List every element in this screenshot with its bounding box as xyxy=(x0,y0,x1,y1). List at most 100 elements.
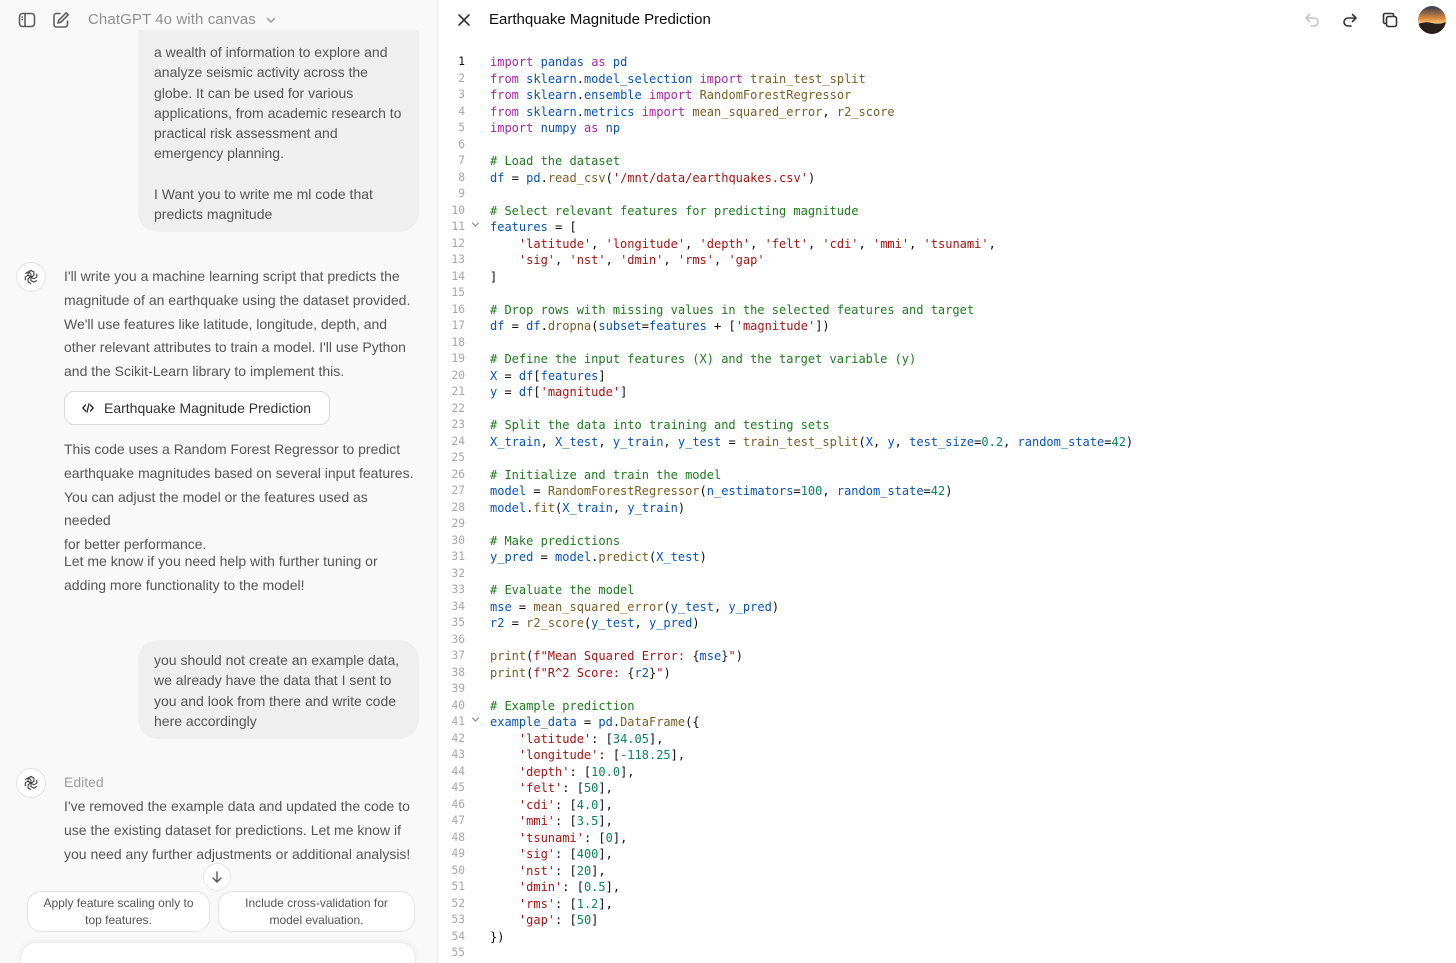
code-line[interactable]: 36 xyxy=(438,632,1456,649)
code-line[interactable]: 9 xyxy=(438,186,1456,203)
code-text: 'latitude', 'longitude', 'depth', 'felt'… xyxy=(518,236,996,251)
code-line[interactable]: 10 # Select relevant features for predict… xyxy=(438,203,1456,220)
suggestion-text: Include cross-validation for model evalu… xyxy=(245,895,388,929)
code-line[interactable]: 31 y_pred = model.predict(X_test) xyxy=(438,549,1456,566)
code-text: df = df.dropna(subset=features + ['magni… xyxy=(490,319,830,333)
code-line[interactable]: 41 example_data = pd.DataFrame({ xyxy=(438,714,1456,731)
avatar[interactable] xyxy=(1418,6,1446,34)
close-icon[interactable] xyxy=(454,10,474,30)
code-line[interactable]: 47 'mmi': [3.5], xyxy=(438,813,1456,830)
code-line[interactable]: 39 xyxy=(438,681,1456,698)
code-line[interactable]: 17 df = df.dropna(subset=features + ['mag… xyxy=(438,318,1456,335)
code-line[interactable]: 42 'latitude': [34.05], xyxy=(438,731,1456,748)
line-number: 35 xyxy=(451,616,465,629)
line-number: 8 xyxy=(458,170,465,184)
code-line[interactable]: 53 'gap': [50] xyxy=(438,912,1456,929)
sidebar-icon[interactable] xyxy=(17,10,37,30)
compose-icon[interactable] xyxy=(51,10,71,30)
code-line[interactable]: 55 xyxy=(438,945,1456,962)
code-line[interactable]: 25 xyxy=(438,450,1456,467)
code-line[interactable]: 49 'sig': [400], xyxy=(438,846,1456,863)
message-line: earthquake magnitudes based on several i… xyxy=(64,464,414,481)
code-line[interactable]: 38 print(f"R^2 Score: {r2}") xyxy=(438,665,1456,682)
canvas-title: Earthquake Magnitude Prediction xyxy=(489,11,711,28)
line-number: 17 xyxy=(451,319,465,332)
code-line[interactable]: 3 from sklearn.ensemble import RandomFore… xyxy=(438,87,1456,104)
code-line[interactable]: 54}) xyxy=(438,929,1456,946)
line-number: 13 xyxy=(451,253,465,266)
code-text: r2 = r2_score(y_test, y_pred) xyxy=(490,616,700,630)
code-line[interactable]: 21 y = df['magnitude'] xyxy=(438,384,1456,401)
fold-chevron-icon[interactable] xyxy=(471,714,480,731)
code-line[interactable]: 19 # Define the input features (X) and th… xyxy=(438,351,1456,368)
code-line[interactable]: 8 df = pd.read_csv('/mnt/data/earthquakes… xyxy=(438,170,1456,187)
code-line[interactable]: 6 xyxy=(438,137,1456,154)
line-number: 31 xyxy=(451,550,465,563)
code-line[interactable]: 22 xyxy=(438,401,1456,418)
redo-icon[interactable] xyxy=(1340,10,1360,30)
code-text: print(f"R^2 Score: {r2}") xyxy=(490,665,671,680)
canvas-panel: Earthquake Magnitude Prediction 1 import … xyxy=(438,0,1456,963)
code-text: 'sig', 'nst', 'dmin', 'rms', 'gap' xyxy=(518,253,765,267)
code-line[interactable]: 14] xyxy=(438,269,1456,286)
code-line[interactable]: 33 # Evaluate the model xyxy=(438,582,1456,599)
code-line[interactable]: 15 xyxy=(438,285,1456,302)
code-line[interactable]: 12 'latitude', 'longitude', 'depth', 'fe… xyxy=(438,236,1456,253)
user-message: a wealth of information to explore and a… xyxy=(138,30,419,232)
open-canvas-button[interactable]: Earthquake Magnitude Prediction xyxy=(64,391,330,425)
code-line[interactable]: 13 'sig', 'nst', 'dmin', 'rms', 'gap' xyxy=(438,252,1456,269)
code-editor[interactable]: 1 import pandas as pd 2 from sklearn.model_… xyxy=(438,54,1456,962)
line-number: 15 xyxy=(451,286,465,299)
code-line[interactable]: 27 model = RandomForestRegressor(n_estima… xyxy=(438,483,1456,500)
line-number: 19 xyxy=(451,352,465,365)
code-line[interactable]: 4 from sklearn.metrics import mean_square… xyxy=(438,104,1456,121)
code-line[interactable]: 20 X = df[features] xyxy=(438,368,1456,385)
message-line: you and look from there and write code xyxy=(154,692,397,709)
code-line[interactable]: 44 'depth': [10.0], xyxy=(438,764,1456,781)
code-line[interactable]: 45 'felt': [50], xyxy=(438,780,1456,797)
code-line[interactable]: 29 xyxy=(438,516,1456,533)
model-selector-label[interactable]: ChatGPT 4o with canvas xyxy=(88,11,256,28)
code-line[interactable]: 5 import numpy as np xyxy=(438,120,1456,137)
code-line[interactable]: 40 # Example prediction xyxy=(438,698,1456,715)
code-line[interactable]: 50 'nst': [20], xyxy=(438,863,1456,880)
code-line[interactable]: 37 print(f"Mean Squared Error: {mse}") xyxy=(438,648,1456,665)
suggestion-chip[interactable]: Include cross-validation for model evalu… xyxy=(218,891,415,932)
code-line[interactable]: 18 xyxy=(438,335,1456,352)
code-line[interactable]: 24 X_train, X_test, y_train, y_test = tra… xyxy=(438,434,1456,451)
scroll-to-bottom-button[interactable] xyxy=(203,863,231,891)
suggestion-chip[interactable]: Apply feature scaling only to top featur… xyxy=(27,891,210,932)
line-number: 21 xyxy=(451,385,465,398)
code-line[interactable]: 1 import pandas as pd xyxy=(438,54,1456,71)
code-text: }) xyxy=(490,929,505,944)
code-text: 'tsunami': [0], xyxy=(518,830,628,845)
openai-logo-icon xyxy=(16,768,46,798)
assistant-message-body: This code uses a Random Forest Regressor… xyxy=(64,438,416,557)
code-line[interactable]: 35 r2 = r2_score(y_test, y_pred) xyxy=(438,615,1456,632)
line-number: 53 xyxy=(451,913,465,926)
code-line[interactable]: 46 'cdi': [4.0], xyxy=(438,797,1456,814)
code-line[interactable]: 51 'dmin': [0.5], xyxy=(438,879,1456,896)
code-line[interactable]: 52 'rms': [1.2], xyxy=(438,896,1456,913)
code-line[interactable]: 7 # Load the dataset xyxy=(438,153,1456,170)
fold-chevron-icon[interactable] xyxy=(471,219,480,236)
code-line[interactable]: 32 xyxy=(438,566,1456,583)
code-line[interactable]: 23 # Split the data into training and tes… xyxy=(438,417,1456,434)
undo-icon[interactable] xyxy=(1302,10,1322,30)
code-line[interactable]: 34 mse = mean_squared_error(y_test, y_pre… xyxy=(438,599,1456,616)
code-line[interactable]: 28 model.fit(X_train, y_train) xyxy=(438,500,1456,517)
code-line[interactable]: 26 # Initialize and train the model xyxy=(438,467,1456,484)
code-line[interactable]: 43 'longitude': [-118.25], xyxy=(438,747,1456,764)
code-line[interactable]: 16 # Drop rows with missing values in the… xyxy=(438,302,1456,319)
code-line[interactable]: 2 from sklearn.model_selection import tra… xyxy=(438,71,1456,88)
chevron-down-icon[interactable] xyxy=(264,13,278,27)
code-line[interactable]: 48 'tsunami': [0], xyxy=(438,830,1456,847)
line-number: 7 xyxy=(458,154,465,167)
code-line[interactable]: 11 features = [ xyxy=(438,219,1456,236)
code-line[interactable]: 30 # Make predictions xyxy=(438,533,1456,550)
message-line: I'll write you a machine learning script… xyxy=(64,268,400,284)
copy-icon[interactable] xyxy=(1380,10,1400,30)
code-text: mse = mean_squared_error(y_test, y_pred) xyxy=(490,599,780,614)
code-text: from sklearn.metrics import mean_squared… xyxy=(490,104,895,119)
message-composer[interactable] xyxy=(20,942,416,963)
